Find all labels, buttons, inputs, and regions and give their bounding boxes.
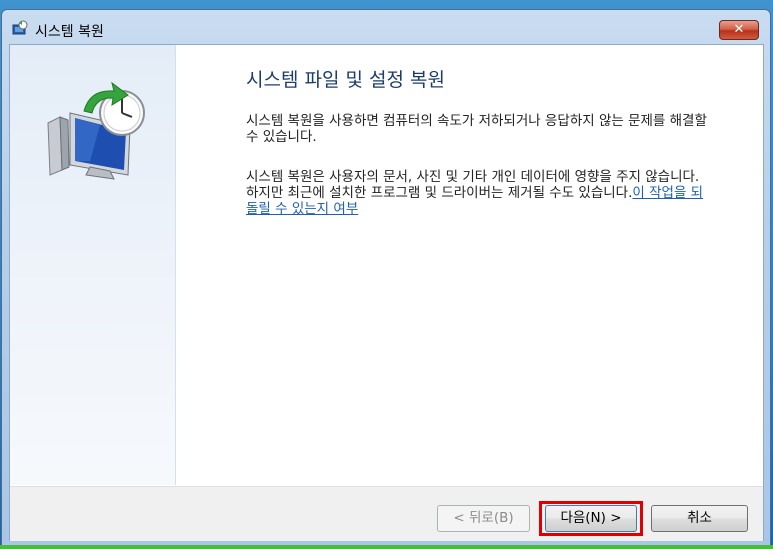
system-restore-icon <box>12 20 28 35</box>
monitor-clock-restore-icon <box>47 81 145 180</box>
system-restore-window: 시스템 복원 ✕ 시스템 파일 및 설정 복원 시스템 복원을 사용하면 컴퓨터… <box>1 9 771 549</box>
next-button-highlight <box>539 501 643 536</box>
page-title: 시스템 파일 및 설정 복원 <box>246 69 445 91</box>
side-panel <box>10 45 176 485</box>
close-button[interactable]: ✕ <box>719 20 759 40</box>
taskbar-edge <box>0 545 773 549</box>
window-title: 시스템 복원 <box>35 24 104 40</box>
title-bar[interactable]: 시스템 복원 ✕ <box>2 10 770 44</box>
back-button[interactable]: < 뒤로(B) <box>437 505 530 532</box>
description-text: 시스템 복원을 사용하면 컴퓨터의 속도가 저하되거나 응답하지 않는 문제를 … <box>246 113 707 145</box>
wizard-client-area: 시스템 파일 및 설정 복원 시스템 복원을 사용하면 컴퓨터의 속도가 저하되… <box>9 44 764 541</box>
cancel-button[interactable]: 취소 <box>651 505 748 532</box>
info-text: 시스템 복원은 사용자의 문서, 사진 및 기타 개인 데이터에 영향을 주지 … <box>246 169 711 217</box>
button-bar: < 뒤로(B) 다음(N) > 취소 <box>10 486 763 541</box>
close-icon: ✕ <box>733 22 745 37</box>
